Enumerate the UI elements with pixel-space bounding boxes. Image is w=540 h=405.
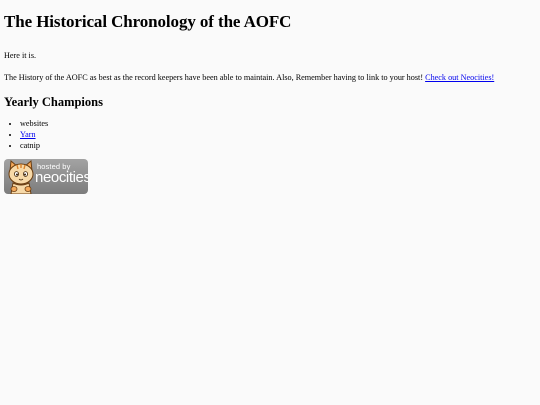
page-content: The Historical Chronology of the AOFC He… <box>4 10 534 194</box>
hosted-by-neocities-badge[interactable]: hosted by neocities <box>4 159 88 194</box>
list-item: Yarn <box>20 129 534 140</box>
body-text: The History of the AOFC as best as the r… <box>4 73 424 82</box>
body-paragraph: The History of the AOFC as best as the r… <box>4 72 534 84</box>
champions-heading: Yearly Champions <box>4 95 103 109</box>
list-item: catnip <box>20 140 534 151</box>
champion-websites: websites <box>20 119 49 128</box>
badge-brand-text: neocities <box>35 169 88 186</box>
neocities-link[interactable]: Check out Neocities! <box>425 73 494 82</box>
neocities-cat-icon <box>8 159 34 194</box>
page-title: The Historical Chronology of the AOFC <box>4 12 292 31</box>
list-item: websites <box>20 118 534 129</box>
champions-list: websites Yarn catnip <box>4 118 534 151</box>
champion-catnip: catnip <box>20 141 41 150</box>
intro-text: Here it is. <box>4 51 37 60</box>
champion-yarn-link[interactable]: Yarn <box>20 130 36 139</box>
